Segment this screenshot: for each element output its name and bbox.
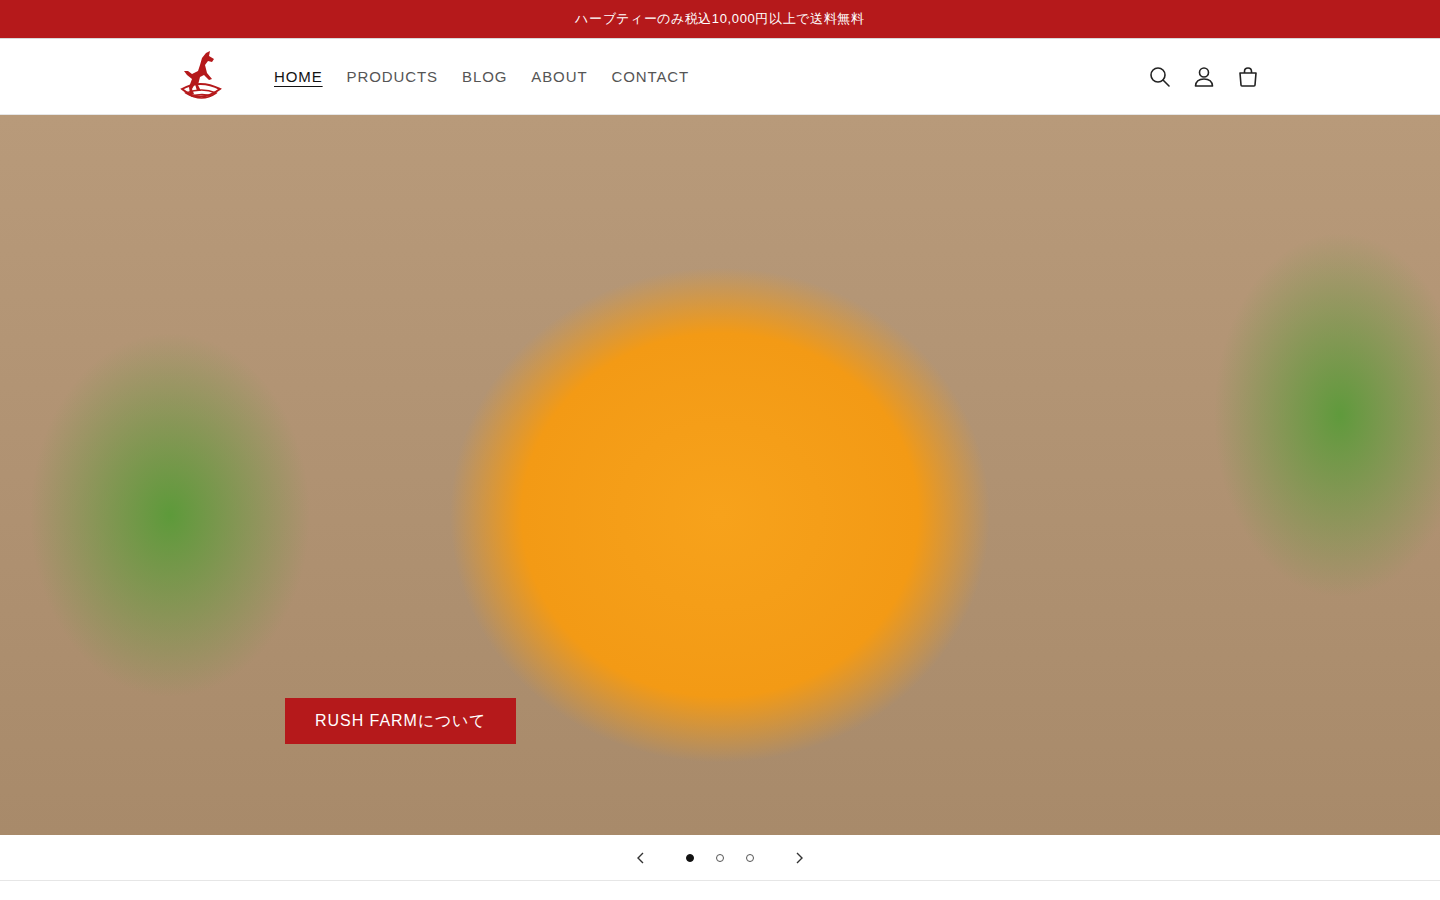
main-nav: HOMEPRODUCTSBLOGABOUTCONTACT <box>264 60 699 93</box>
announcement-text: ハーブティーのみ税込10,000円以上で送料無料 <box>575 10 864 28</box>
nav-link[interactable]: CONTACT <box>601 60 699 93</box>
account-icon <box>1193 66 1215 88</box>
dot-mark <box>686 854 694 862</box>
page: ハーブティーのみ税込10,000円以上で送料無料 HOMEPRODUCTSBLOG… <box>0 0 1440 900</box>
nav-link[interactable]: HOME <box>264 60 333 93</box>
prev-slide-button[interactable] <box>626 843 656 873</box>
cart-icon <box>1237 66 1259 88</box>
nav-link[interactable]: BLOG <box>452 60 517 93</box>
search-icon <box>1149 66 1171 88</box>
search-button[interactable] <box>1138 55 1182 99</box>
chevron-right-icon <box>794 852 804 864</box>
hero-slide: RUSH FARMについて <box>0 115 1440 835</box>
slider-controls <box>0 835 1440 881</box>
slide-dot[interactable] <box>710 848 730 868</box>
header-icons <box>1138 55 1270 99</box>
dot-mark <box>716 854 724 862</box>
nav-link[interactable]: PRODUCTS <box>337 60 448 93</box>
logo[interactable] <box>176 49 224 105</box>
about-button[interactable]: RUSH FARMについて <box>285 698 516 744</box>
slide-dot[interactable] <box>680 848 700 868</box>
announcement-bar: ハーブティーのみ税込10,000円以上で送料無料 <box>0 0 1440 39</box>
nav-link[interactable]: ABOUT <box>521 60 597 93</box>
slide-dot[interactable] <box>740 848 760 868</box>
chevron-left-icon <box>636 852 646 864</box>
slide-dots <box>680 848 760 868</box>
dot-mark <box>746 854 754 862</box>
account-button[interactable] <box>1182 55 1226 99</box>
horse-logo-icon <box>176 49 224 105</box>
next-slide-button[interactable] <box>784 843 814 873</box>
cart-button[interactable] <box>1226 55 1270 99</box>
header: HOMEPRODUCTSBLOGABOUTCONTACT <box>0 39 1440 115</box>
